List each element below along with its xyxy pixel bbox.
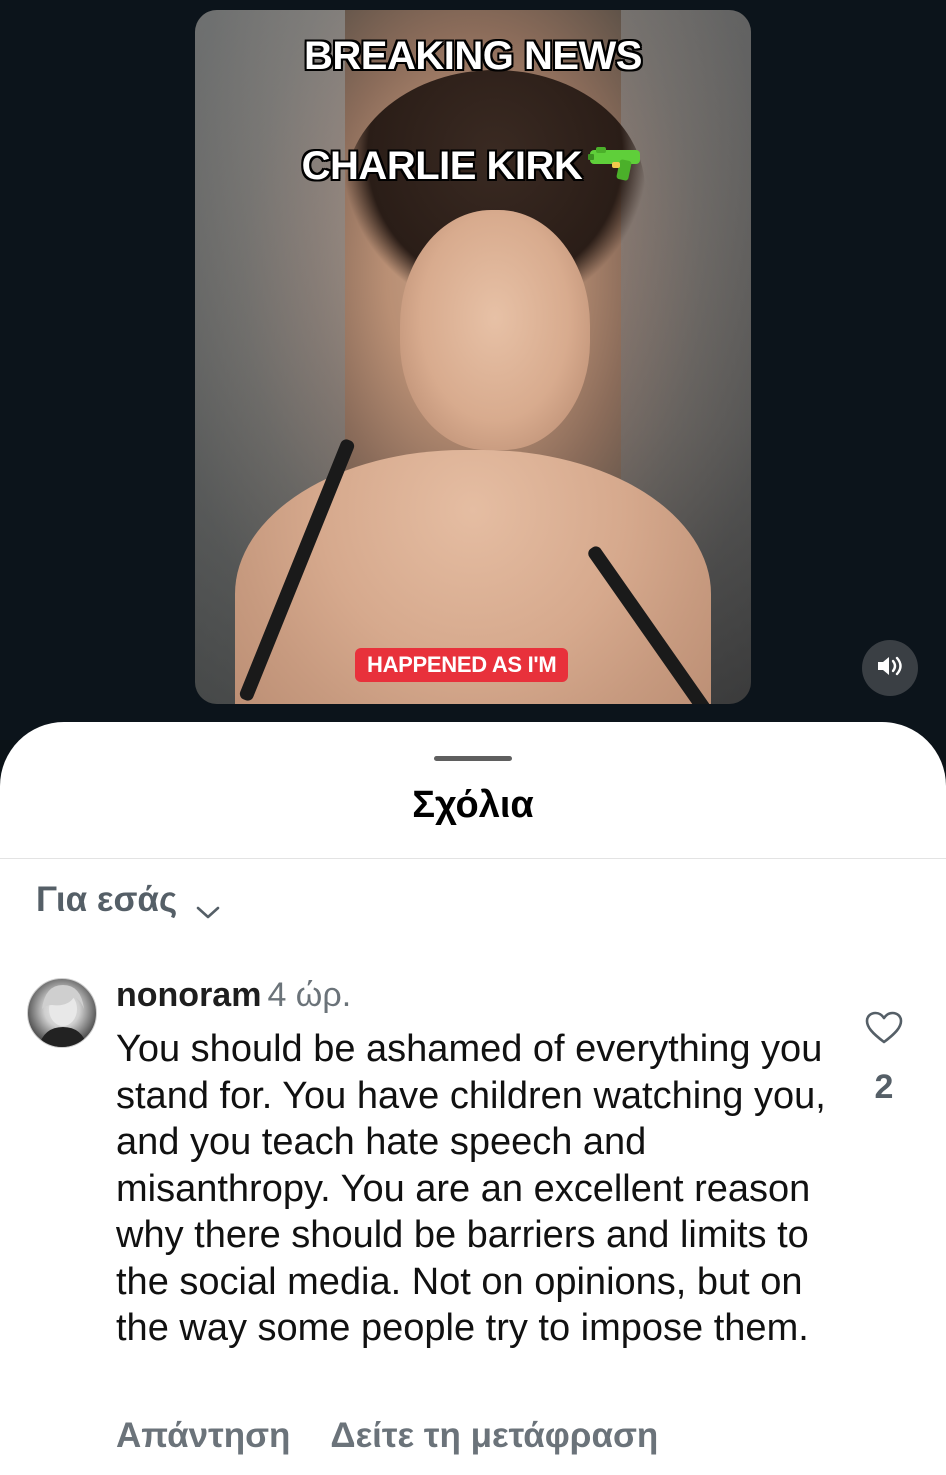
avatar[interactable] bbox=[27, 978, 97, 1048]
video-overlay-line2: CHARLIE KIRK bbox=[195, 144, 751, 189]
like-button[interactable] bbox=[864, 1010, 904, 1046]
reply-button[interactable]: Απάντηση bbox=[116, 1416, 290, 1456]
heart-icon bbox=[864, 1011, 904, 1050]
video-overlay-line1: BREAKING NEWS bbox=[304, 34, 642, 78]
comments-sheet: Σχόλια Για εσάς nonoram 4 ώρ. You should … bbox=[0, 722, 946, 1475]
video-area: BREAKING NEWS CHARLIE KIRK HAPPENED AS I… bbox=[0, 0, 946, 740]
video-caption: HAPPENED AS I'M bbox=[355, 648, 569, 682]
comments-filter-dropdown[interactable]: Για εσάς bbox=[36, 880, 221, 920]
comment-actions: Απάντηση Δείτε τη μετάφραση bbox=[116, 1416, 658, 1456]
filter-label: Για εσάς bbox=[36, 880, 178, 919]
comment-time: 4 ώρ. bbox=[267, 976, 352, 1014]
volume-button[interactable] bbox=[862, 640, 918, 696]
chevron-down-icon bbox=[195, 891, 221, 919]
water-pistol-icon bbox=[588, 146, 644, 182]
video-subject-face bbox=[400, 210, 590, 450]
video-player[interactable]: BREAKING NEWS CHARLIE KIRK HAPPENED AS I… bbox=[195, 10, 751, 704]
like-count: 2 bbox=[874, 1068, 894, 1106]
comments-title: Σχόλια bbox=[412, 784, 534, 826]
speaker-icon bbox=[876, 654, 904, 683]
comment-meta: nonoram 4 ώρ. bbox=[116, 976, 351, 1015]
comment-username[interactable]: nonoram bbox=[116, 976, 261, 1014]
see-translation-button[interactable]: Δείτε τη μετάφραση bbox=[330, 1416, 658, 1456]
divider bbox=[0, 858, 946, 859]
sheet-drag-handle[interactable] bbox=[434, 756, 512, 761]
comment-text: You should be ashamed of everything you … bbox=[116, 1028, 826, 1349]
